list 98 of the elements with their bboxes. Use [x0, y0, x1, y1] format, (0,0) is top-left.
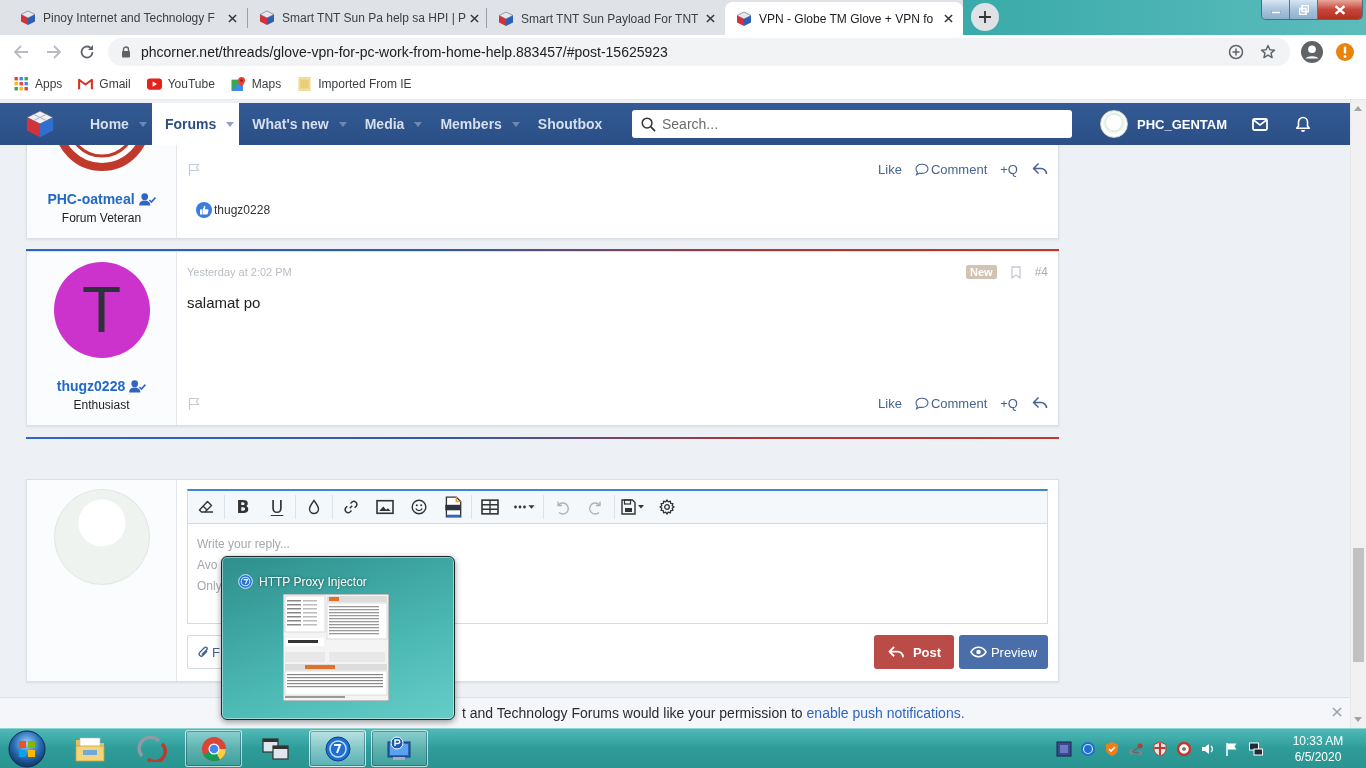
alert-icon[interactable] — [1335, 41, 1355, 62]
star-icon[interactable] — [1260, 43, 1276, 60]
comment-link[interactable]: Comment — [914, 161, 988, 177]
windows-icon — [260, 735, 291, 762]
nav-tab[interactable]: Members — [427, 103, 525, 145]
cube-icon[interactable] — [25, 109, 55, 139]
nav-tab[interactable]: Shoutbox — [524, 103, 615, 145]
user-title: Forum Veteran — [61, 210, 142, 226]
grid-icon — [14, 76, 29, 91]
restore-button[interactable] — [1290, 0, 1318, 19]
browser-tab[interactable]: Smart TNT Sun Pa help sa HPI | P — [248, 8, 487, 28]
speech-bubble-icon — [914, 162, 929, 176]
browser-tab[interactable]: VPN - Globe TM Glove + VPN fo — [725, 2, 963, 35]
close-icon — [1334, 4, 1346, 15]
taskbar-button[interactable] — [309, 730, 366, 767]
cube-icon — [498, 10, 514, 27]
square-icon[interactable] — [1056, 740, 1072, 757]
address-bar[interactable]: phcorner.net/threads/glove-vpn-for-pc-work-from-home-help.883457/#post-15625923 — [108, 37, 1290, 66]
underline-button[interactable]: U — [260, 497, 294, 518]
nav-tab[interactable]: Forums — [151, 103, 240, 145]
plus-icon — [979, 11, 991, 23]
window-title: HTTP Proxy Injector — [259, 574, 367, 589]
folder-icon — [74, 735, 105, 762]
nav-tab[interactable]: What's new — [239, 103, 352, 145]
cube-icon — [20, 10, 36, 26]
username-link[interactable]: thugz0228 — [56, 377, 147, 395]
caret-icon[interactable] — [226, 121, 235, 127]
new-tab-button[interactable] — [971, 3, 999, 31]
bookmark[interactable]: Gmail — [78, 76, 131, 91]
new-badge: New — [966, 265, 997, 279]
reaction-user-link[interactable]: thugz0228 — [214, 203, 271, 217]
post-text: salamat po — [187, 294, 262, 312]
zoom-in-icon[interactable] — [1228, 43, 1244, 60]
map-pin-icon — [230, 76, 246, 91]
reply-arrow-icon — [886, 644, 905, 660]
lock-icon — [121, 45, 131, 58]
shield-icon[interactable] — [1104, 740, 1120, 757]
profile-icon[interactable] — [1301, 40, 1323, 63]
preview-button[interactable]: Preview — [959, 635, 1048, 669]
user-check-icon — [129, 379, 147, 393]
nav-tab[interactable]: Media — [351, 103, 428, 145]
paperclip-icon — [198, 644, 209, 660]
like-link[interactable]: Like — [878, 395, 902, 411]
network-icon[interactable] — [1248, 740, 1264, 757]
globe-icon — [322, 735, 353, 762]
reload-icon — [79, 43, 95, 60]
globe-icon — [238, 574, 253, 589]
search-icon — [641, 117, 656, 132]
taskbar-button[interactable] — [371, 730, 428, 767]
close-button[interactable] — [1318, 0, 1362, 19]
cube-icon — [736, 10, 752, 27]
username-link[interactable]: PHC-oatmeal — [47, 190, 156, 208]
nav-tab[interactable]: Home — [77, 103, 152, 145]
search-field[interactable]: Search... — [632, 110, 1072, 138]
quote-link[interactable]: +Q — [1000, 395, 1018, 411]
close-icon[interactable] — [944, 14, 953, 23]
envelope-icon[interactable] — [1252, 117, 1268, 131]
play-button-icon — [146, 76, 162, 91]
folder-icon — [297, 76, 313, 91]
close-icon[interactable] — [228, 13, 237, 23]
close-icon[interactable] — [706, 14, 715, 23]
attach-button[interactable]: F — [187, 635, 221, 669]
comment-link[interactable]: Comment — [914, 395, 988, 411]
bold-button[interactable]: B — [226, 497, 260, 518]
minimize-icon — [1270, 11, 1281, 14]
reply-icon[interactable] — [1032, 396, 1048, 410]
m-letter-icon — [78, 76, 94, 91]
thumbs-up-icon — [196, 202, 212, 218]
notification-text: t and Technology Forums would like your permission to — [462, 705, 803, 721]
user-title: Enthusiast — [73, 397, 130, 413]
browser-tab[interactable]: Pinoy Internet and Technology F — [9, 8, 248, 28]
bookmark[interactable]: YouTube — [146, 76, 215, 91]
enable-notifications-link[interactable]: enable push notifications. — [806, 705, 965, 721]
start-button[interactable] — [8, 729, 46, 768]
eye-icon — [969, 646, 987, 658]
avatar-placeholder[interactable] — [1100, 110, 1128, 138]
bookmark[interactable]: Maps — [230, 76, 282, 91]
clock-date[interactable]: 6/5/2020 — [1294, 748, 1342, 765]
user-check-icon — [138, 192, 156, 206]
bookmark[interactable]: Imported From IE — [297, 76, 412, 91]
close-icon[interactable] — [470, 13, 480, 23]
scrollbar-thumb[interactable] — [1353, 548, 1364, 662]
speech-bubble-icon — [914, 396, 929, 410]
bookmark[interactable]: Apps — [14, 76, 63, 91]
restore-icon — [1298, 4, 1309, 15]
reply-icon[interactable] — [1032, 162, 1048, 176]
cube-icon — [259, 10, 275, 26]
globe-icon[interactable] — [1080, 740, 1096, 757]
post-button[interactable]: Post — [874, 635, 954, 669]
bell-icon[interactable] — [1296, 116, 1310, 132]
shield-icon[interactable] — [1152, 740, 1168, 757]
like-link[interactable]: Like — [878, 161, 902, 177]
username-link[interactable]: PHC_GENTAM — [1137, 116, 1228, 132]
minimize-button[interactable] — [1262, 0, 1290, 19]
quote-link[interactable]: +Q — [1000, 161, 1018, 177]
browser-tab[interactable]: Smart TNT Sun Payload For TNT — [487, 2, 725, 35]
ring-icon[interactable] — [1176, 740, 1192, 757]
swirl-icon — [136, 735, 167, 762]
